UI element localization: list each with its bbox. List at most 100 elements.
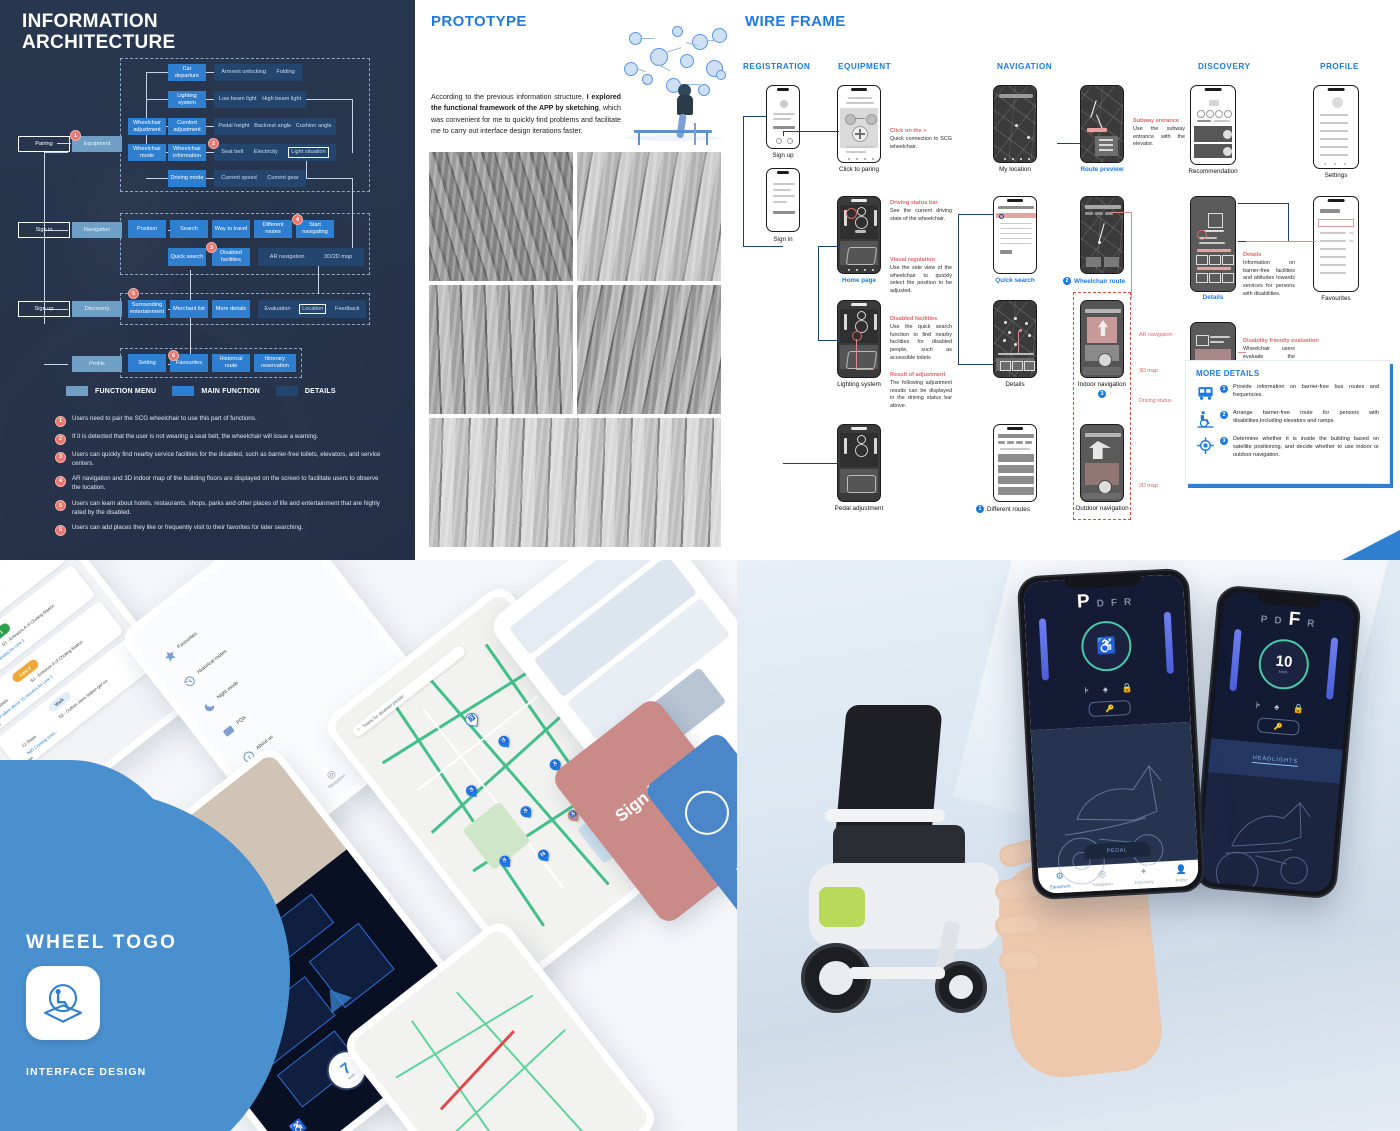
ia-node-wheelchair-information[interactable]: Wheelchair information bbox=[168, 144, 206, 161]
ia-node-sign-in[interactable]: Sign in bbox=[18, 222, 70, 238]
ia-node-disabled-facilities[interactable]: Disabled facilities bbox=[212, 248, 250, 266]
ia-node-historical-route[interactable]: Historical route bbox=[212, 354, 250, 372]
horn-icon[interactable]: ♠ bbox=[1103, 684, 1108, 695]
more-details-number: 1 bbox=[1220, 385, 1228, 393]
wireframe-column-profile: PROFILE bbox=[1320, 62, 1359, 71]
sketch-photo bbox=[577, 285, 721, 414]
ia-leaf-low-beam: Low beam light bbox=[218, 96, 257, 103]
profile-menu-item[interactable]: Historical routes bbox=[196, 649, 228, 676]
wireframe-caption-quick-search: Quick search bbox=[995, 277, 1035, 284]
ia-leaf-armrest: Armrest unlocking bbox=[221, 69, 266, 76]
profile-menu-item[interactable]: Night mode bbox=[216, 680, 240, 700]
wireframe-caption-different-routes: Different routes bbox=[987, 506, 1030, 513]
wireframe-red-label-2d: 2D map bbox=[1139, 483, 1158, 489]
note-number: 6 bbox=[55, 524, 66, 536]
poster-page: INFORMATION ARCHITECTURE Pairing Sign in… bbox=[0, 0, 1400, 1131]
ia-line bbox=[146, 99, 168, 100]
wireframe-caption-details-discovery: Details bbox=[1202, 294, 1224, 301]
wheelchair-wireframe-front bbox=[1058, 764, 1164, 885]
ia-node-surrounding-entertainment[interactable]: Surrounding entertainment bbox=[128, 300, 166, 318]
note-text: Users can add places they like or freque… bbox=[72, 524, 304, 532]
ia-node-wheelchair-adjustment[interactable]: Wheelchair adjustment bbox=[128, 118, 166, 135]
profile-menu-item[interactable]: FQA bbox=[236, 715, 248, 726]
wireframe-screen-click-to-paring[interactable] bbox=[837, 85, 881, 163]
ia-node-pairing[interactable]: Pairing bbox=[18, 136, 70, 152]
lock-icon[interactable]: 🔒 bbox=[1293, 703, 1305, 715]
wireframe-screen-lighting-system[interactable] bbox=[837, 300, 881, 378]
ia-node-discovery[interactable]: Discovery bbox=[72, 301, 122, 317]
battery-right-indicator bbox=[1163, 611, 1174, 675]
ia-note: 6 Users can add places they like or frequ… bbox=[55, 524, 385, 536]
ia-badge-1: 1 bbox=[70, 130, 81, 141]
bottom-nav-navigation[interactable]: ◎ Navigation bbox=[320, 764, 346, 790]
profile-menu-item[interactable]: About us bbox=[255, 734, 274, 751]
note-text: If it is detected that the user is not w… bbox=[72, 433, 319, 440]
ia-node-position[interactable]: Position bbox=[128, 220, 166, 238]
logo-circle-icon bbox=[676, 781, 737, 844]
key-button-front[interactable]: 🔑 bbox=[1088, 700, 1132, 718]
ia-node-armrest-folding: Armrest unlocking Folding bbox=[214, 64, 302, 81]
wireframe-screen-wheelchair-route[interactable] bbox=[1080, 196, 1124, 274]
ia-node-setting[interactable]: Setting bbox=[128, 354, 166, 372]
horn-icon[interactable]: ♠ bbox=[1274, 702, 1280, 713]
wheelchair-wireframe-back bbox=[1215, 801, 1311, 894]
wireframe-caption-pedal-adjustment: Pedal adjustment bbox=[834, 505, 884, 512]
wireframe-screen-details-navigation[interactable] bbox=[993, 300, 1037, 378]
ia-line bbox=[146, 72, 168, 73]
product-phone-front[interactable]: P D F R ♿ ⊧ ♠ 🔒 🔑 PEDAL ⚙ Equipment ◎ Na… bbox=[1016, 567, 1206, 901]
product-photo-panel: P D F R 10 km/h ⊧ ♠ 🔒 🔑 HEADLIGHTS P D F… bbox=[737, 560, 1400, 1131]
wireframe-screen-sign-in[interactable] bbox=[766, 168, 800, 232]
product-phone-back[interactable]: P D F R 10 km/h ⊧ ♠ 🔒 🔑 HEADLIGHTS bbox=[1192, 584, 1362, 900]
ia-node-different-routes[interactable]: Different routes bbox=[254, 220, 292, 238]
ia-node-profile[interactable]: Profile bbox=[72, 356, 122, 372]
wireframe-red-label-3d: 3D map bbox=[1139, 368, 1158, 374]
wireframe-screen-home-page[interactable] bbox=[837, 196, 881, 274]
profile-menu-item[interactable]: Favourites bbox=[176, 631, 198, 650]
ia-line bbox=[44, 152, 45, 324]
more-details-card: MORE DETAILS 1 Provide information on ba… bbox=[1185, 360, 1390, 484]
wireframe-anno-title: Disabled facilities bbox=[890, 316, 938, 322]
ia-node-sign-up[interactable]: Sign up bbox=[18, 301, 70, 317]
wireframe-screen-sign-up[interactable] bbox=[766, 85, 800, 149]
ia-line bbox=[352, 99, 353, 153]
ia-line bbox=[44, 364, 68, 365]
wireframe-title: WIRE FRAME bbox=[745, 13, 846, 30]
sketch-photo bbox=[429, 152, 573, 281]
key-button-back[interactable]: 🔑 bbox=[1256, 717, 1300, 736]
wireframe-screen-route-preview[interactable] bbox=[1080, 85, 1124, 163]
ia-leaf-electricity: Electricity bbox=[253, 149, 278, 156]
wireframe-screen-different-routes[interactable] bbox=[993, 424, 1037, 502]
wireframe-screen-recommendation[interactable] bbox=[1190, 85, 1236, 165]
note-number: 5 bbox=[55, 500, 66, 512]
wireframe-screen-quick-search[interactable] bbox=[993, 196, 1037, 274]
ia-node-more-details[interactable]: More details bbox=[212, 300, 250, 318]
ia-node-itinerary-reservation[interactable]: Itinerary reservation bbox=[254, 354, 296, 372]
ia-node-search[interactable]: Search bbox=[170, 220, 208, 238]
wireframe-screen-details-discovery[interactable] bbox=[1190, 196, 1236, 292]
lock-icon[interactable]: 🔒 bbox=[1121, 683, 1133, 695]
wireframe-screen-favourites[interactable] bbox=[1313, 196, 1359, 292]
ia-node-comfort-adjustment[interactable]: Comfort adjustment bbox=[168, 118, 206, 135]
ia-line bbox=[306, 178, 352, 179]
finger bbox=[994, 912, 1042, 938]
wheelchair-status-dial: ♿ bbox=[1080, 619, 1133, 673]
bottom-row: Walk 6 Steps S2 - Cubud st... NIO Coming… bbox=[0, 560, 1400, 1131]
wireframe-screen-settings[interactable] bbox=[1313, 85, 1359, 169]
ia-node-way-to-travel[interactable]: Way to travel bbox=[212, 220, 250, 238]
headlight-icon[interactable]: ⊧ bbox=[1255, 700, 1261, 711]
ia-node-quick-search[interactable]: Quick search bbox=[168, 248, 206, 266]
ia-line bbox=[146, 178, 168, 179]
legend-label-main-function: MAIN FUNCTION bbox=[201, 387, 260, 395]
ia-node-driving-mode[interactable]: Driving mode bbox=[168, 170, 206, 187]
wireframe-screen-my-location[interactable] bbox=[993, 85, 1037, 163]
ia-node-navigation[interactable]: Navigation bbox=[72, 222, 122, 238]
ia-node-merchant-list[interactable]: Merchant list bbox=[170, 300, 208, 318]
wireframe-screen-pedal-adjustment[interactable] bbox=[837, 424, 881, 502]
more-details-item: 1 Provide information on barrier-free bu… bbox=[1196, 384, 1379, 403]
ia-node-lighting-system[interactable]: Lighting system bbox=[168, 91, 206, 108]
ia-node-car-departure[interactable]: Car departure bbox=[168, 64, 206, 81]
legend-label-function-menu: FUNCTION MENU bbox=[95, 387, 157, 395]
headlight-icon[interactable]: ⊧ bbox=[1084, 685, 1089, 696]
ia-node-wheelchair-mode[interactable]: Wheelchair mode bbox=[128, 144, 166, 161]
information-architecture-panel: INFORMATION ARCHITECTURE Pairing Sign in… bbox=[0, 0, 415, 560]
